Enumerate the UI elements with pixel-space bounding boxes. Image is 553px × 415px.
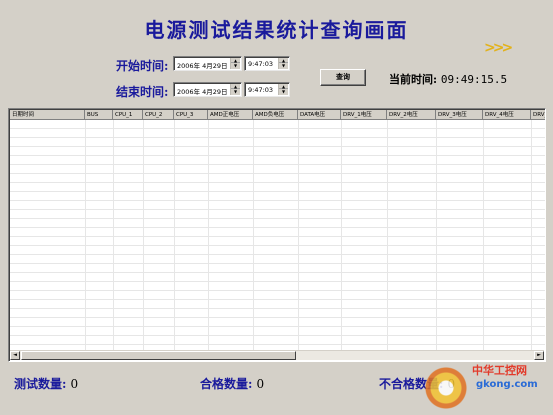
watermark-text: 中华工控网 xyxy=(472,364,527,377)
column-header[interactable]: DRV_4电压 xyxy=(483,110,531,120)
start-time-value: 9:47:03 xyxy=(248,60,274,68)
column-divider xyxy=(174,120,175,350)
spin-down-icon[interactable]: ▼ xyxy=(279,89,288,94)
column-header[interactable]: DATA电压 xyxy=(298,110,341,120)
triple-arrow-icon: >>> xyxy=(484,40,513,56)
column-header[interactable]: AMD负电压 xyxy=(253,110,298,120)
column-header[interactable]: CPU_3 xyxy=(174,110,208,120)
results-grid[interactable]: 日期时间 BUS CPU_1 CPU_2 CPU_3 AMD正电压 AMD负电压… xyxy=(8,108,546,362)
column-header[interactable]: 日期时间 xyxy=(10,110,85,120)
watermark-url: gkong.com xyxy=(476,379,538,390)
column-divider xyxy=(113,120,114,350)
horizontal-scrollbar[interactable]: ◄ ► xyxy=(10,350,544,360)
end-time-value: 9:47:03 xyxy=(248,86,274,94)
page-title: 电源测试结果统计查询画面 xyxy=(144,18,409,42)
spin-down-icon[interactable]: ▼ xyxy=(231,63,240,68)
column-header[interactable]: DRV_5 xyxy=(531,110,545,120)
spin-down-icon[interactable]: ▼ xyxy=(231,89,240,94)
column-header[interactable]: CPU_1 xyxy=(113,110,143,120)
total-count-value: 0 xyxy=(70,377,79,391)
current-time-label: 当前时间: xyxy=(389,73,438,86)
end-time-picker[interactable]: 9:47:03 ▲ ▼ xyxy=(244,82,290,97)
start-time-label: 开始时间: xyxy=(116,59,169,73)
current-time-value: 09:49:15.5 xyxy=(440,73,508,86)
pass-count-label: 合格数量: xyxy=(200,377,253,391)
column-divider xyxy=(387,120,388,350)
pass-count-value: 0 xyxy=(256,377,265,391)
scroll-right-icon[interactable]: ► xyxy=(534,351,544,360)
start-date-spinner[interactable]: ▲ ▼ xyxy=(230,58,240,69)
total-count-label: 测试数量: xyxy=(14,377,67,391)
start-time-picker[interactable]: 9:47:03 ▲ ▼ xyxy=(244,56,290,71)
column-header[interactable]: DRV_2电压 xyxy=(387,110,436,120)
column-divider xyxy=(436,120,437,350)
column-divider xyxy=(208,120,209,350)
column-header[interactable]: CPU_2 xyxy=(143,110,174,120)
end-date-picker[interactable]: 2006年 4月29日 ▲ ▼ xyxy=(173,82,242,97)
start-date-value: 2006年 4月29日 xyxy=(177,62,228,70)
column-header[interactable]: AMD正电压 xyxy=(208,110,253,120)
column-divider xyxy=(341,120,342,350)
column-divider xyxy=(531,120,532,350)
pass-count: 合格数量: 0 xyxy=(200,375,264,392)
end-date-spinner[interactable]: ▲ ▼ xyxy=(230,84,240,95)
gear-icon xyxy=(424,366,468,410)
column-divider xyxy=(85,120,86,350)
grid-rows xyxy=(10,120,545,350)
column-header[interactable]: DRV_1电压 xyxy=(341,110,387,120)
scroll-left-icon[interactable]: ◄ xyxy=(10,351,20,360)
column-divider xyxy=(143,120,144,350)
start-time-spinner[interactable]: ▲ ▼ xyxy=(278,58,288,69)
spin-down-icon[interactable]: ▼ xyxy=(279,63,288,68)
column-header[interactable]: DRV_3电压 xyxy=(436,110,483,120)
scroll-thumb[interactable] xyxy=(21,351,296,360)
column-divider xyxy=(253,120,254,350)
end-time-label: 结束时间: xyxy=(116,85,169,99)
current-time: 当前时间: 09:49:15.5 xyxy=(389,71,507,87)
end-date-value: 2006年 4月29日 xyxy=(177,88,228,96)
grid-header: 日期时间 BUS CPU_1 CPU_2 CPU_3 AMD正电压 AMD负电压… xyxy=(10,110,545,120)
end-time-spinner[interactable]: ▲ ▼ xyxy=(278,84,288,95)
query-button[interactable]: 查询 xyxy=(320,69,366,86)
start-date-picker[interactable]: 2006年 4月29日 ▲ ▼ xyxy=(173,56,242,71)
watermark-logo: 中华工控网 gkong.com xyxy=(424,360,550,412)
column-divider xyxy=(298,120,299,350)
column-header[interactable]: BUS xyxy=(85,110,113,120)
total-count: 测试数量: 0 xyxy=(14,375,78,392)
column-divider xyxy=(483,120,484,350)
